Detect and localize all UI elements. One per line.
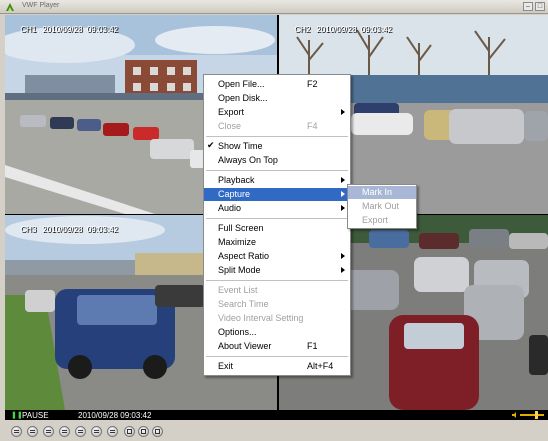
context-menu: Open File... F2 Open Disk... Export Clos… <box>203 74 351 376</box>
menu-item-open-disk[interactable]: Open Disk... <box>204 92 350 105</box>
app-icon <box>6 3 14 11</box>
menu-item-close: Close F4 <box>218 121 318 131</box>
fast-forward-button[interactable] <box>107 426 118 437</box>
submenu-arrow-icon <box>341 191 345 197</box>
submenu-item-export: Export <box>362 215 389 225</box>
record-icon <box>127 429 132 434</box>
menu-item-video-interval-setting: Video Interval Setting <box>218 313 304 323</box>
channel-label: CH1 <box>20 25 37 34</box>
title-bar: VWF Player – □ <box>0 0 548 14</box>
playback-state: PAUSE <box>22 411 49 420</box>
fast-forward-icon <box>110 430 115 433</box>
checkmark-icon: ✔ <box>207 140 215 150</box>
menu-item-maximize[interactable]: Maximize <box>204 236 350 249</box>
play-state-icon: ❚❚ <box>11 412 23 419</box>
skip-back-icon <box>30 430 35 433</box>
pause-icon <box>78 430 83 433</box>
menu-separator <box>206 356 348 357</box>
eject-icon <box>14 430 19 433</box>
menu-item-exit[interactable]: Exit Alt+F4 <box>204 360 350 373</box>
pause-button[interactable] <box>75 426 86 437</box>
menu-separator <box>206 136 348 137</box>
record-button[interactable] <box>124 426 135 437</box>
window-title: VWF Player <box>22 2 60 9</box>
menu-item-open-file[interactable]: Open File... F2 <box>204 78 350 91</box>
menu-item-always-on-top[interactable]: Always On Top <box>204 154 350 167</box>
rewind-start-button[interactable] <box>27 426 38 437</box>
status-bar: ❚❚ PAUSE 2010/09/28 09:03:42 <box>5 410 548 420</box>
menu-item-show-time[interactable]: ✔ Show Time <box>204 140 350 153</box>
menu-item-split-mode[interactable]: Split Mode <box>204 264 350 277</box>
eject-button[interactable] <box>11 426 22 437</box>
volume-icon[interactable] <box>512 412 518 418</box>
maximize-button[interactable]: □ <box>535 2 545 11</box>
single-view-button[interactable] <box>138 426 149 437</box>
submenu-arrow-icon <box>341 253 345 259</box>
menu-item-audio[interactable]: Audio <box>204 202 350 215</box>
submenu-arrow-icon <box>341 109 345 115</box>
volume-slider-thumb[interactable] <box>535 411 538 419</box>
submenu-item-mark-out: Mark Out <box>362 201 400 211</box>
volume-slider[interactable] <box>520 414 544 416</box>
capture-submenu: Mark In Mark Out Export <box>347 184 417 229</box>
menu-item-aspect-ratio[interactable]: Aspect Ratio <box>204 250 350 263</box>
step-back-icon <box>62 430 67 433</box>
minimize-button[interactable]: – <box>523 2 533 11</box>
grid-view-icon <box>155 429 160 434</box>
menu-item-search-time: Search Time <box>218 299 269 309</box>
single-view-icon <box>141 429 146 434</box>
rewind-icon <box>46 430 51 433</box>
menu-item-about-viewer[interactable]: About Viewer F1 <box>204 340 350 353</box>
channel-label: CH2 <box>294 25 311 34</box>
channel-label: CH3 <box>20 225 37 234</box>
submenu-arrow-icon <box>341 177 345 183</box>
split-view-button[interactable] <box>152 426 163 437</box>
menu-item-options[interactable]: Options... <box>204 326 350 339</box>
rewind-button[interactable] <box>43 426 54 437</box>
menu-item-event-list: Event List <box>218 285 258 295</box>
submenu-item-mark-in[interactable]: Mark In <box>348 186 416 199</box>
menu-item-export[interactable]: Export <box>204 106 350 119</box>
menu-item-playback[interactable]: Playback <box>204 174 350 187</box>
menu-item-capture[interactable]: Capture <box>204 188 350 201</box>
camera-timestamp: 2010/09/28 09:03:42 <box>42 225 118 234</box>
camera-timestamp: 2010/09/28 09:03:42 <box>42 25 118 34</box>
playback-timestamp: 2010/09/28 09:03:42 <box>78 411 152 420</box>
menu-item-full-screen[interactable]: Full Screen <box>204 222 350 235</box>
play-icon <box>94 430 99 433</box>
camera-timestamp: 2010/09/28 09:03:42 <box>316 25 392 34</box>
play-button[interactable] <box>91 426 102 437</box>
step-back-button[interactable] <box>59 426 70 437</box>
menu-separator <box>206 170 348 171</box>
menu-separator <box>206 280 348 281</box>
submenu-arrow-icon <box>341 267 345 273</box>
submenu-arrow-icon <box>341 205 345 211</box>
control-bar <box>0 421 548 441</box>
menu-separator <box>206 218 348 219</box>
